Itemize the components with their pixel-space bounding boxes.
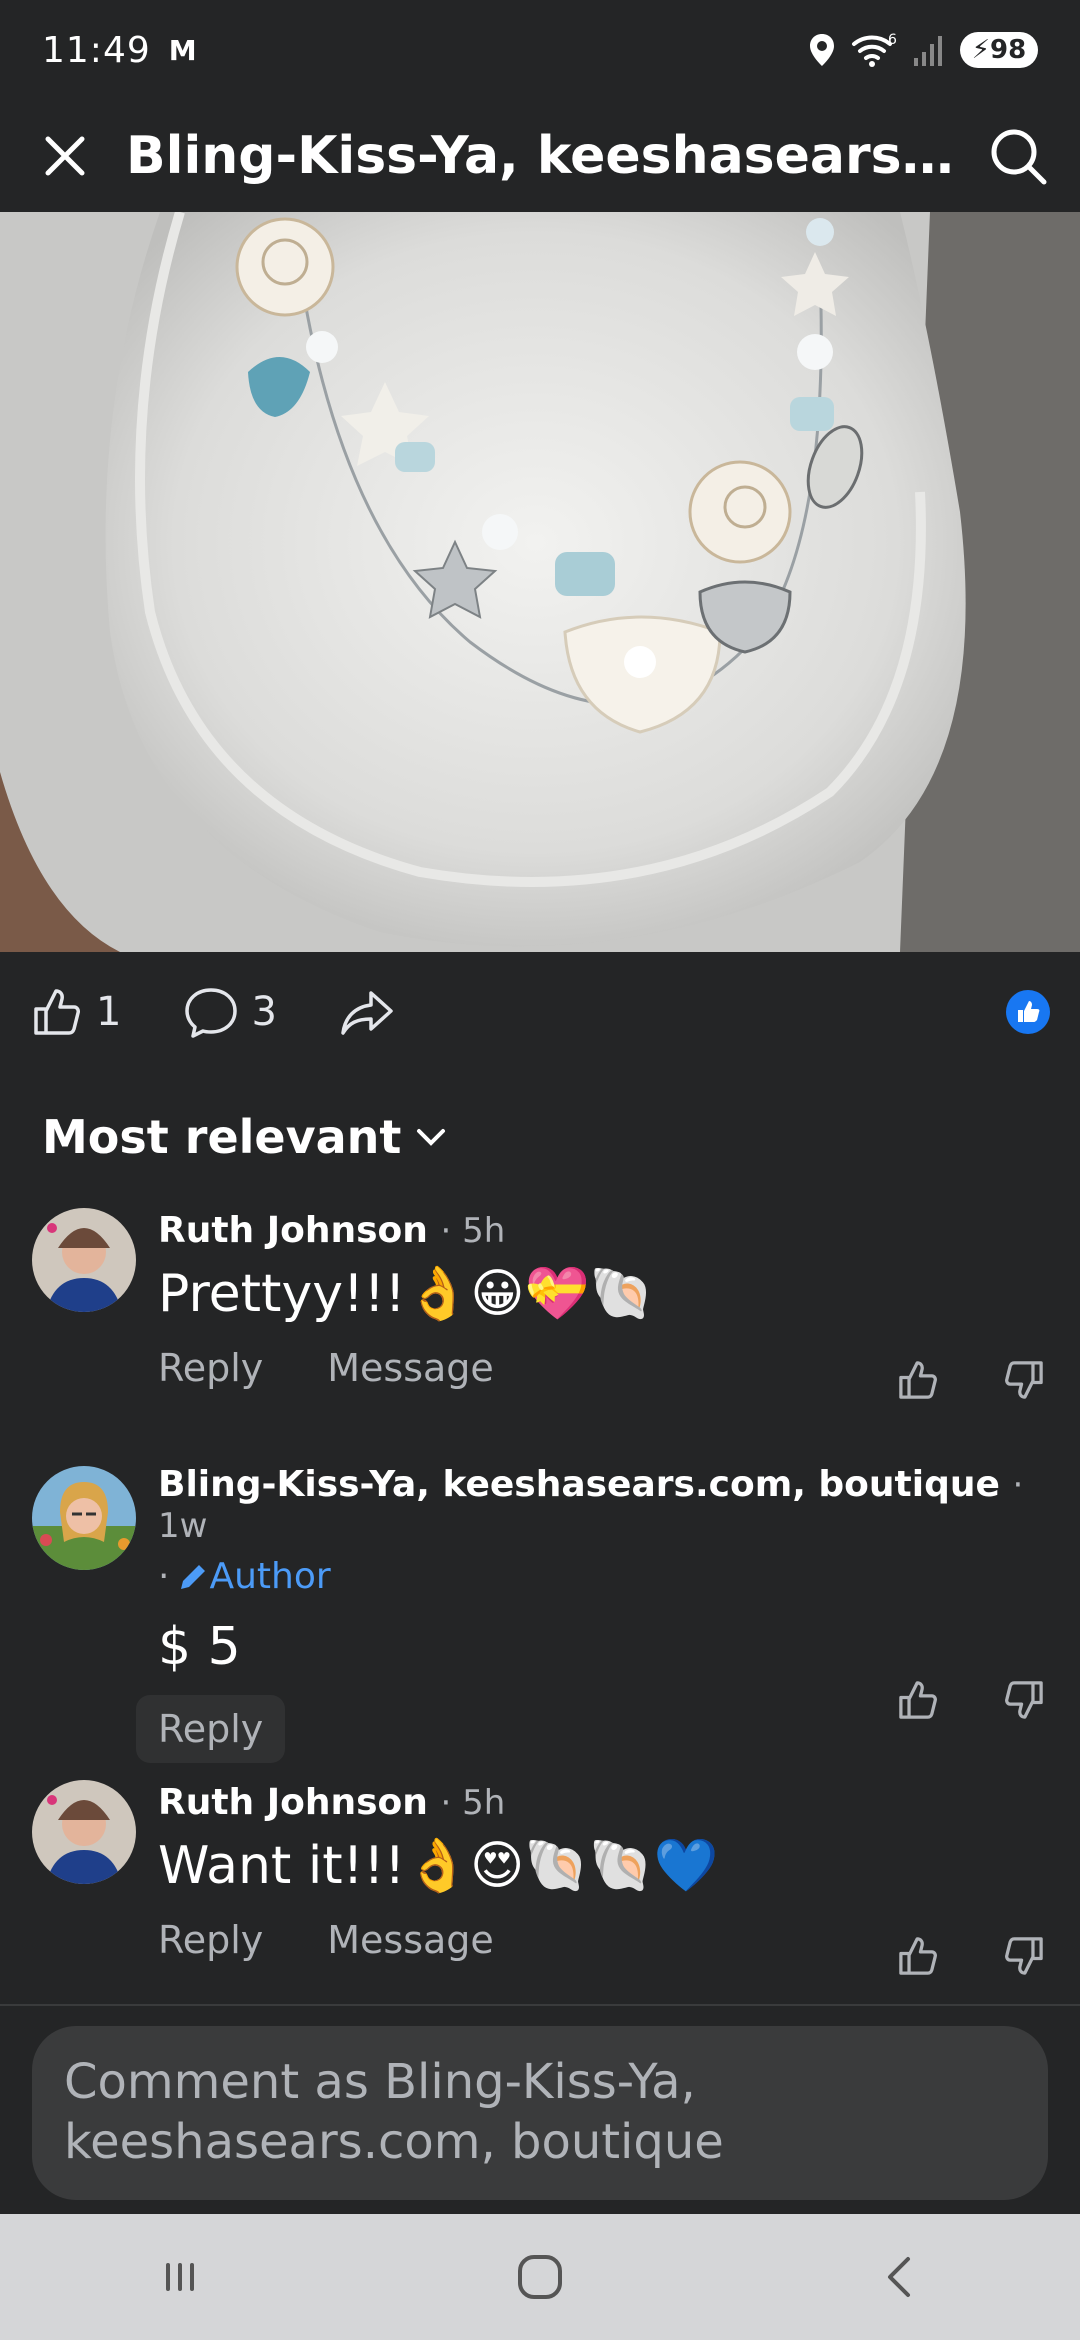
comment-composer: Comment as Bling-Kiss-Ya, keeshasears.co… xyxy=(0,2004,1080,2214)
thumbs-up-icon xyxy=(1018,1001,1040,1022)
search-icon[interactable] xyxy=(986,124,1050,188)
chevron-down-icon xyxy=(417,1129,446,1146)
post-actions: 1 3 xyxy=(0,952,1080,1072)
comment-time: · 5h xyxy=(440,1783,506,1823)
message-link[interactable]: Message xyxy=(327,1346,494,1390)
comment-votes xyxy=(896,1934,1046,1978)
comment-author[interactable]: Ruth Johnson xyxy=(158,1210,428,1251)
share-icon xyxy=(341,991,393,1035)
status-time: 11:49 xyxy=(42,29,151,71)
author-badge: · Author xyxy=(158,1556,1060,1597)
downvote-icon[interactable] xyxy=(1002,1358,1046,1402)
comment-votes xyxy=(896,1358,1046,1402)
top-bar: Bling-Kiss-Ya, keeshasears.com,... xyxy=(0,100,1080,212)
comment-icon xyxy=(185,988,238,1038)
comment-author[interactable]: Ruth Johnson xyxy=(158,1782,428,1823)
location-icon xyxy=(810,34,834,66)
back-icon[interactable] xyxy=(870,2247,930,2307)
battery-level: 98 xyxy=(990,35,1027,65)
comment-author-line: Ruth Johnson · 5h xyxy=(158,1210,1060,1251)
like-button[interactable]: 1 xyxy=(30,985,121,1039)
avatar[interactable] xyxy=(32,1208,136,1312)
carrier-icon: M xyxy=(168,33,197,67)
upvote-icon[interactable] xyxy=(896,1934,940,1978)
comment-text: $ 5 xyxy=(158,1617,241,1677)
comment-count: 3 xyxy=(251,989,277,1035)
avatar-photo xyxy=(32,1208,136,1312)
post-photo[interactable] xyxy=(0,212,1080,952)
system-nav-bar xyxy=(0,2214,1080,2340)
share-button[interactable] xyxy=(339,987,395,1037)
avatar-photo xyxy=(32,1780,136,1884)
close-icon[interactable] xyxy=(40,131,90,181)
upvote-icon[interactable] xyxy=(896,1358,940,1402)
pencil-icon xyxy=(181,1564,206,1589)
sort-dropdown[interactable]: Most relevant xyxy=(42,1110,449,1164)
comment-text: Prettyy!!!👌😀💝🐚 xyxy=(158,1264,654,1324)
author-tag-label: Author xyxy=(209,1556,331,1597)
avatar[interactable] xyxy=(32,1466,136,1570)
comment-text: Want it!!!👌😍🐚🐚💙 xyxy=(158,1836,719,1896)
reply-link[interactable]: Reply xyxy=(136,1695,286,1763)
downvote-icon[interactable] xyxy=(1002,1934,1046,1978)
comment-author-line: Ruth Johnson · 5h xyxy=(158,1782,1060,1823)
comment-input[interactable]: Comment as Bling-Kiss-Ya, keeshasears.co… xyxy=(32,2026,1048,2200)
comment-item: Ruth Johnson · 5h Want it!!!👌😍🐚🐚💙 Reply … xyxy=(0,1780,1080,1990)
comment-button[interactable]: 3 xyxy=(183,985,277,1039)
status-icons: 6 ⚡ 98 xyxy=(808,32,1038,68)
reply-link[interactable]: Reply xyxy=(158,1346,263,1390)
recent-apps-icon[interactable] xyxy=(150,2247,210,2307)
like-count: 1 xyxy=(96,989,122,1035)
thumbs-up-icon xyxy=(34,989,80,1035)
comment-item: Bling-Kiss-Ya, keeshasears.com, boutique… xyxy=(0,1464,1080,1763)
sort-label: Most relevant xyxy=(42,1110,402,1164)
message-link[interactable]: Message xyxy=(327,1918,494,1962)
separator-dot: · xyxy=(158,1556,170,1597)
signal-icon xyxy=(914,36,942,66)
necklace-photo xyxy=(0,212,1080,952)
like-reaction-badge[interactable] xyxy=(1006,990,1050,1034)
svg-text:6: 6 xyxy=(888,32,897,48)
upvote-icon[interactable] xyxy=(896,1678,940,1722)
comment-time: · 5h xyxy=(440,1211,506,1251)
comment-author[interactable]: Bling-Kiss-Ya, keeshasears.com, boutique xyxy=(158,1464,1000,1505)
wifi-icon: 6 xyxy=(852,32,897,67)
avatar-photo xyxy=(32,1466,136,1570)
reply-link[interactable]: Reply xyxy=(158,1918,263,1962)
page-title: Bling-Kiss-Ya, keeshasears.com,... xyxy=(126,126,956,186)
status-bar: 11:49 M 6 ⚡ 98 xyxy=(0,0,1080,100)
comment-author-line: Bling-Kiss-Ya, keeshasears.com, boutique… xyxy=(158,1464,1060,1546)
battery-indicator: ⚡ 98 xyxy=(960,32,1038,68)
avatar[interactable] xyxy=(32,1780,136,1884)
comment-item: Ruth Johnson · 5h Prettyy!!!👌😀💝🐚 Reply M… xyxy=(0,1208,1080,1418)
home-icon[interactable] xyxy=(510,2247,570,2307)
comment-votes xyxy=(896,1678,1046,1722)
downvote-icon[interactable] xyxy=(1002,1678,1046,1722)
